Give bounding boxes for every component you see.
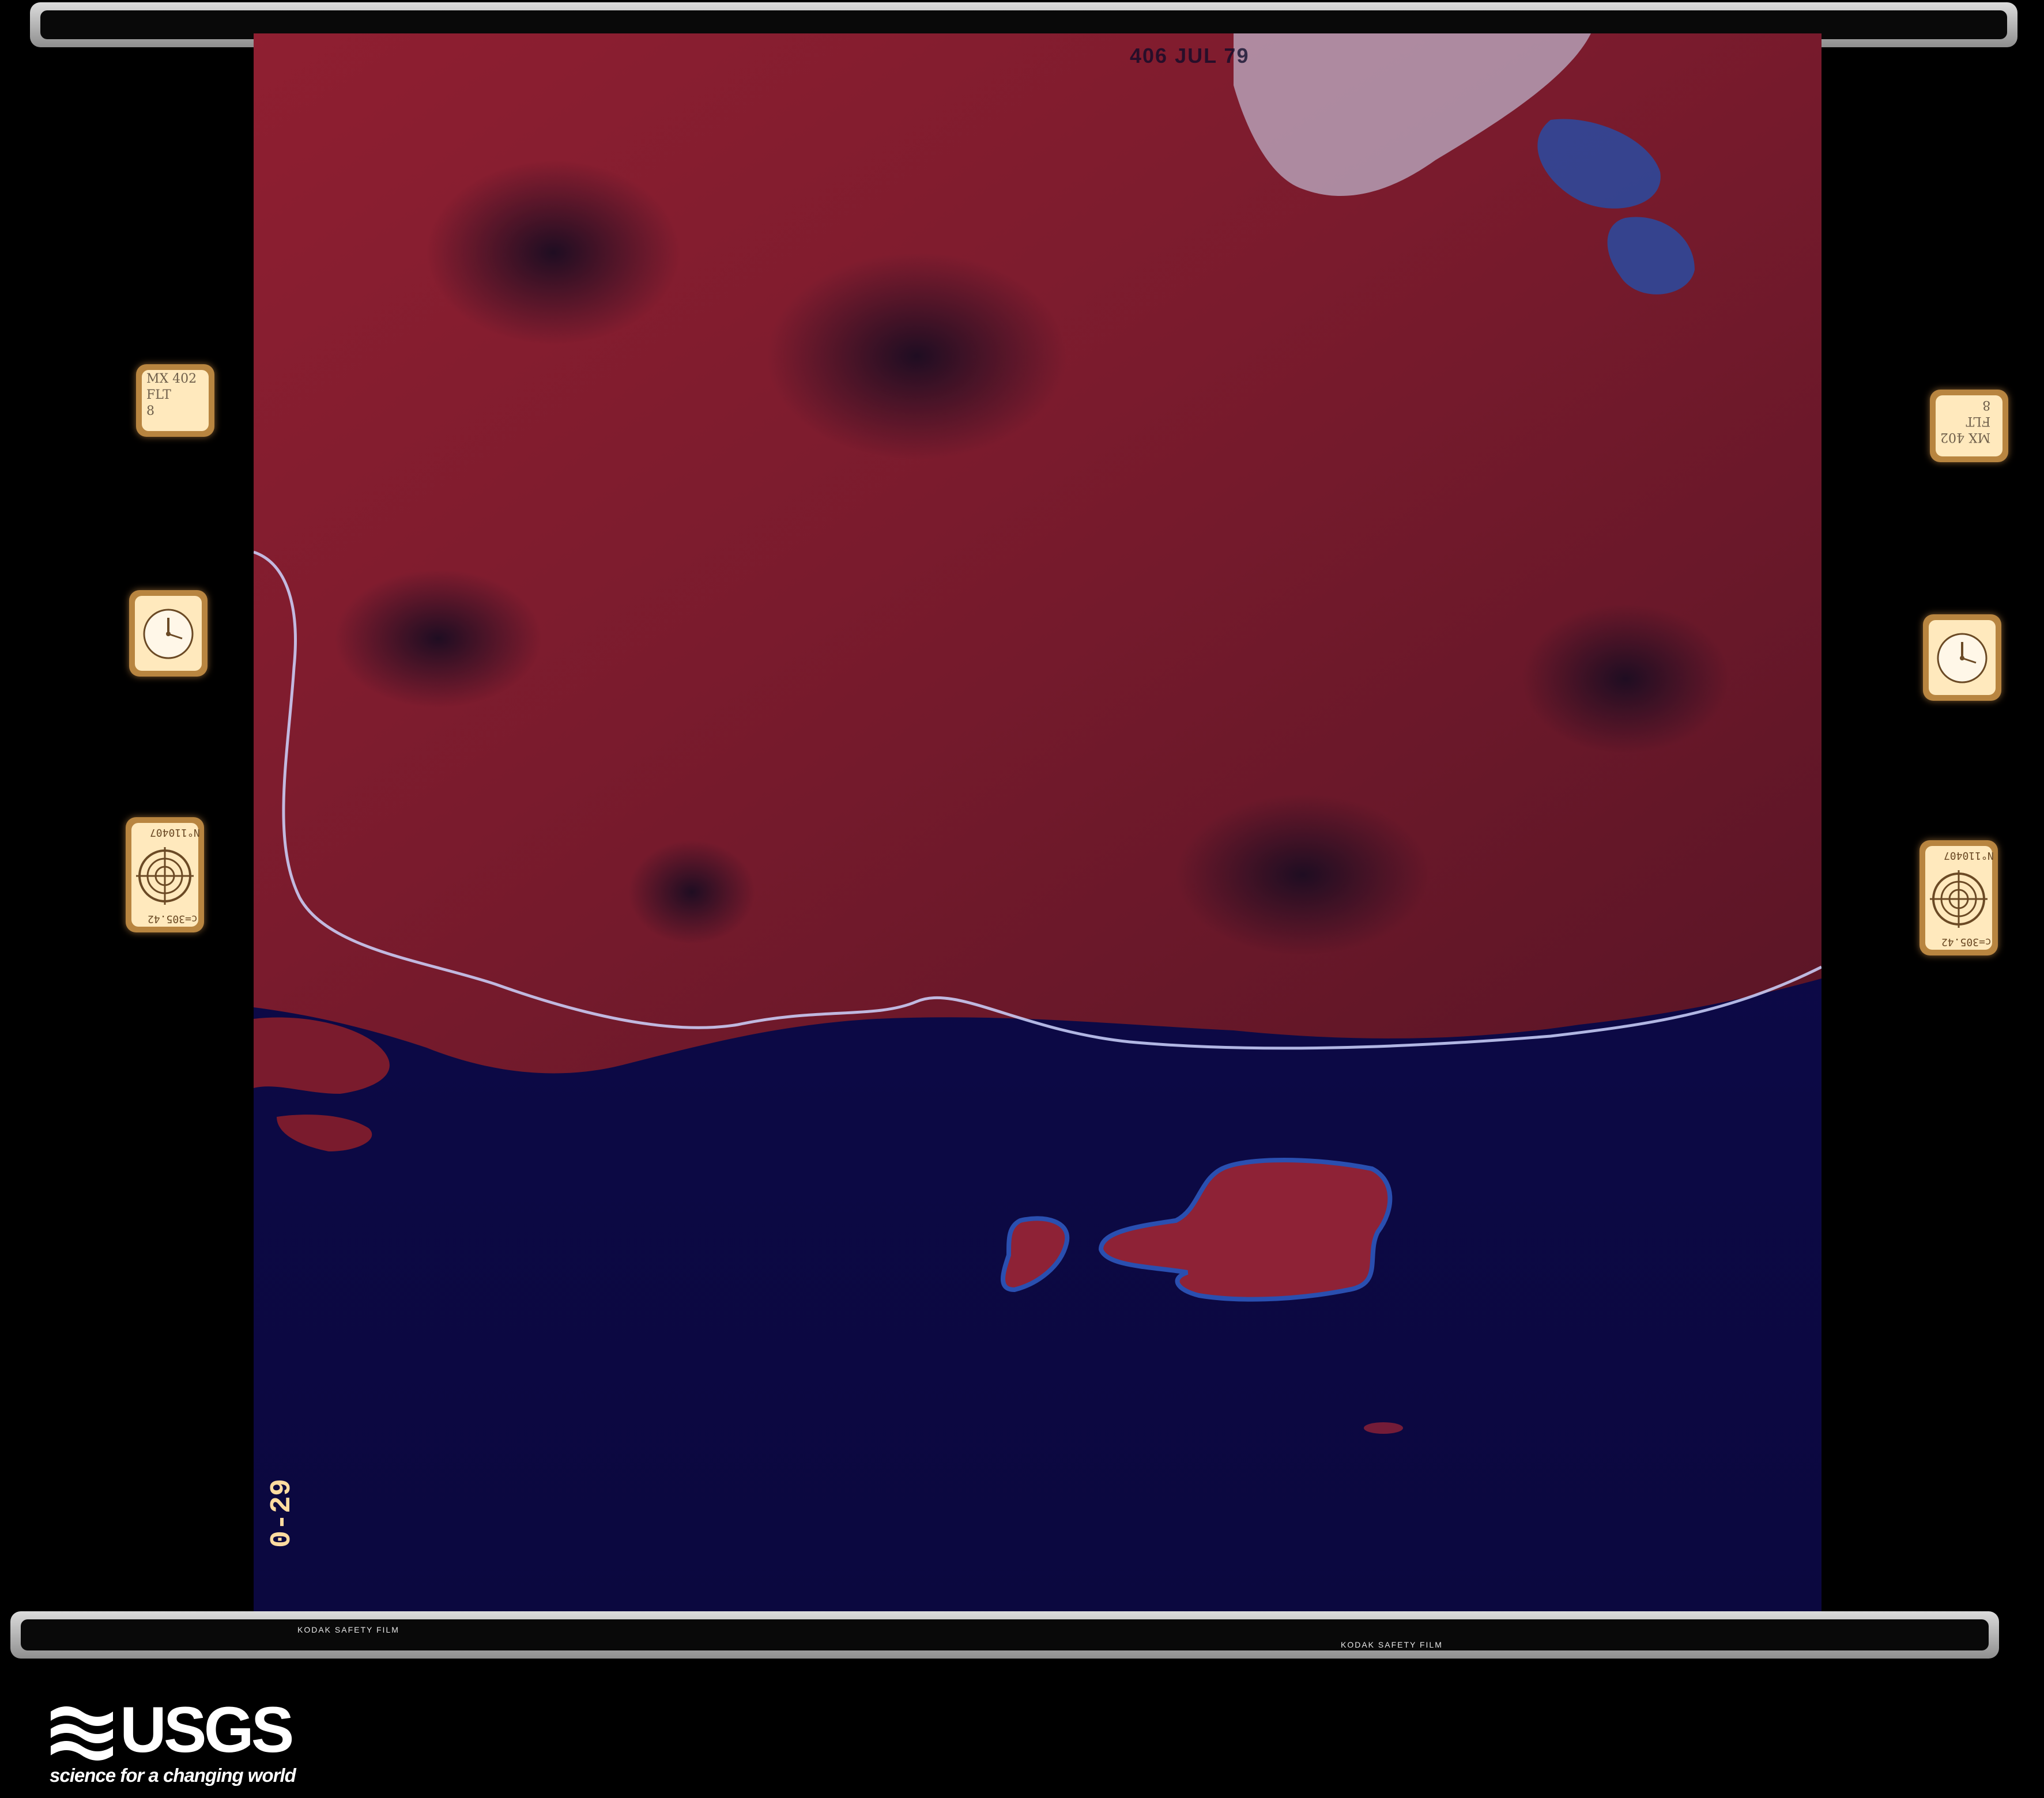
- usgs-tagline: science for a changing world: [50, 1765, 296, 1786]
- edge-marking-right: KODAK SAFETY FILM: [1341, 1640, 1443, 1649]
- left-calibration-panel: N°110407 c=305.42: [126, 817, 204, 932]
- clock-face-icon: [143, 609, 194, 659]
- dark-forest-4: [628, 840, 755, 944]
- right-clock-icon: [1923, 614, 2001, 701]
- edge-marking-left: KODAK SAFETY FILM: [297, 1625, 399, 1634]
- usgs-logo: USGS science for a changing world: [48, 1698, 296, 1792]
- dark-forest-6: [334, 569, 542, 708]
- right-calibration-panel: N°110407 c=305.42: [1919, 840, 1998, 955]
- left-annotation: MX 402 FLT 8: [146, 372, 197, 418]
- right-annotation-panel: MX 402 FLT 8: [1930, 390, 2008, 462]
- frame-number: 0-29: [248, 1479, 317, 1548]
- left-annotation-panel: MX 402 FLT 8: [136, 364, 214, 437]
- left-serial: N°110407: [150, 826, 200, 838]
- right-annotation: MX 402 FLT 8: [1940, 398, 1991, 444]
- left-calibration: c=305.42: [148, 913, 198, 925]
- target-icon: [136, 847, 194, 905]
- film-edge-bottom: [10, 1611, 1999, 1659]
- right-calibration: c=305.42: [1941, 936, 1992, 948]
- clock-face-icon: [1937, 633, 1988, 683]
- dark-forest-1: [427, 160, 680, 345]
- photo-viewer: 406 JUL 79 KODAK SAFETY FILM KODAK SAFET…: [0, 0, 2044, 1798]
- film-titling: 406 JUL 79: [1130, 44, 1250, 67]
- dark-forest-3: [1176, 794, 1430, 955]
- aerial-photo: 406 JUL 79: [254, 33, 1822, 1612]
- left-clock-icon: [129, 590, 208, 677]
- usgs-wordmark: USGS: [120, 1694, 294, 1766]
- aerial-scene: [254, 33, 1822, 1612]
- usgs-wave-icon: [51, 1706, 113, 1761]
- dark-forest-2: [767, 252, 1066, 460]
- islet: [1364, 1422, 1403, 1434]
- target-icon: [1930, 870, 1988, 928]
- right-serial: N°110407: [1944, 849, 1994, 862]
- frame-number-text: 0-29: [266, 1478, 299, 1548]
- dark-forest-5: [1522, 604, 1729, 754]
